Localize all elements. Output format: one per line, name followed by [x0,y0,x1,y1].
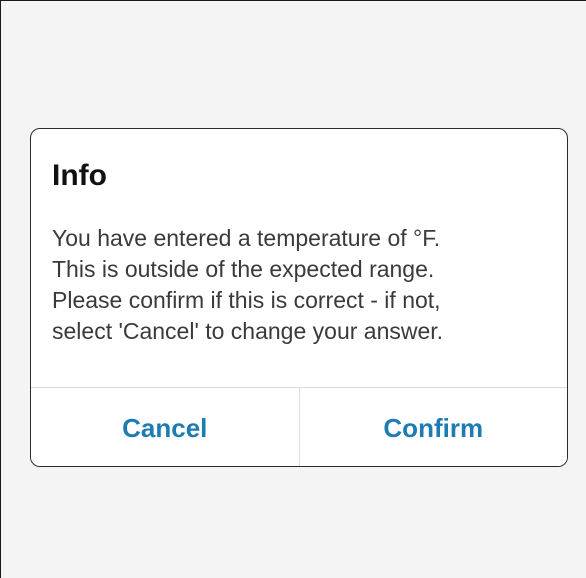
confirm-button[interactable]: Confirm [299,388,567,466]
dialog-message-line: You have entered a temperature of °F. [52,225,441,251]
cancel-button[interactable]: Cancel [31,388,299,466]
dialog-message: You have entered a temperature of °F. Th… [52,223,547,347]
info-dialog: Info You have entered a temperature of °… [30,128,568,467]
dialog-actions: Cancel Confirm [31,387,567,466]
dialog-message-line: This is outside of the expected range. [52,256,435,282]
dialog-message-line: Please confirm if this is correct - if n… [52,287,441,313]
dialog-message-line: select 'Cancel' to change your answer. [52,318,444,344]
dialog-title: Info [52,159,107,192]
app-screen: Info You have entered a temperature of °… [0,0,586,578]
